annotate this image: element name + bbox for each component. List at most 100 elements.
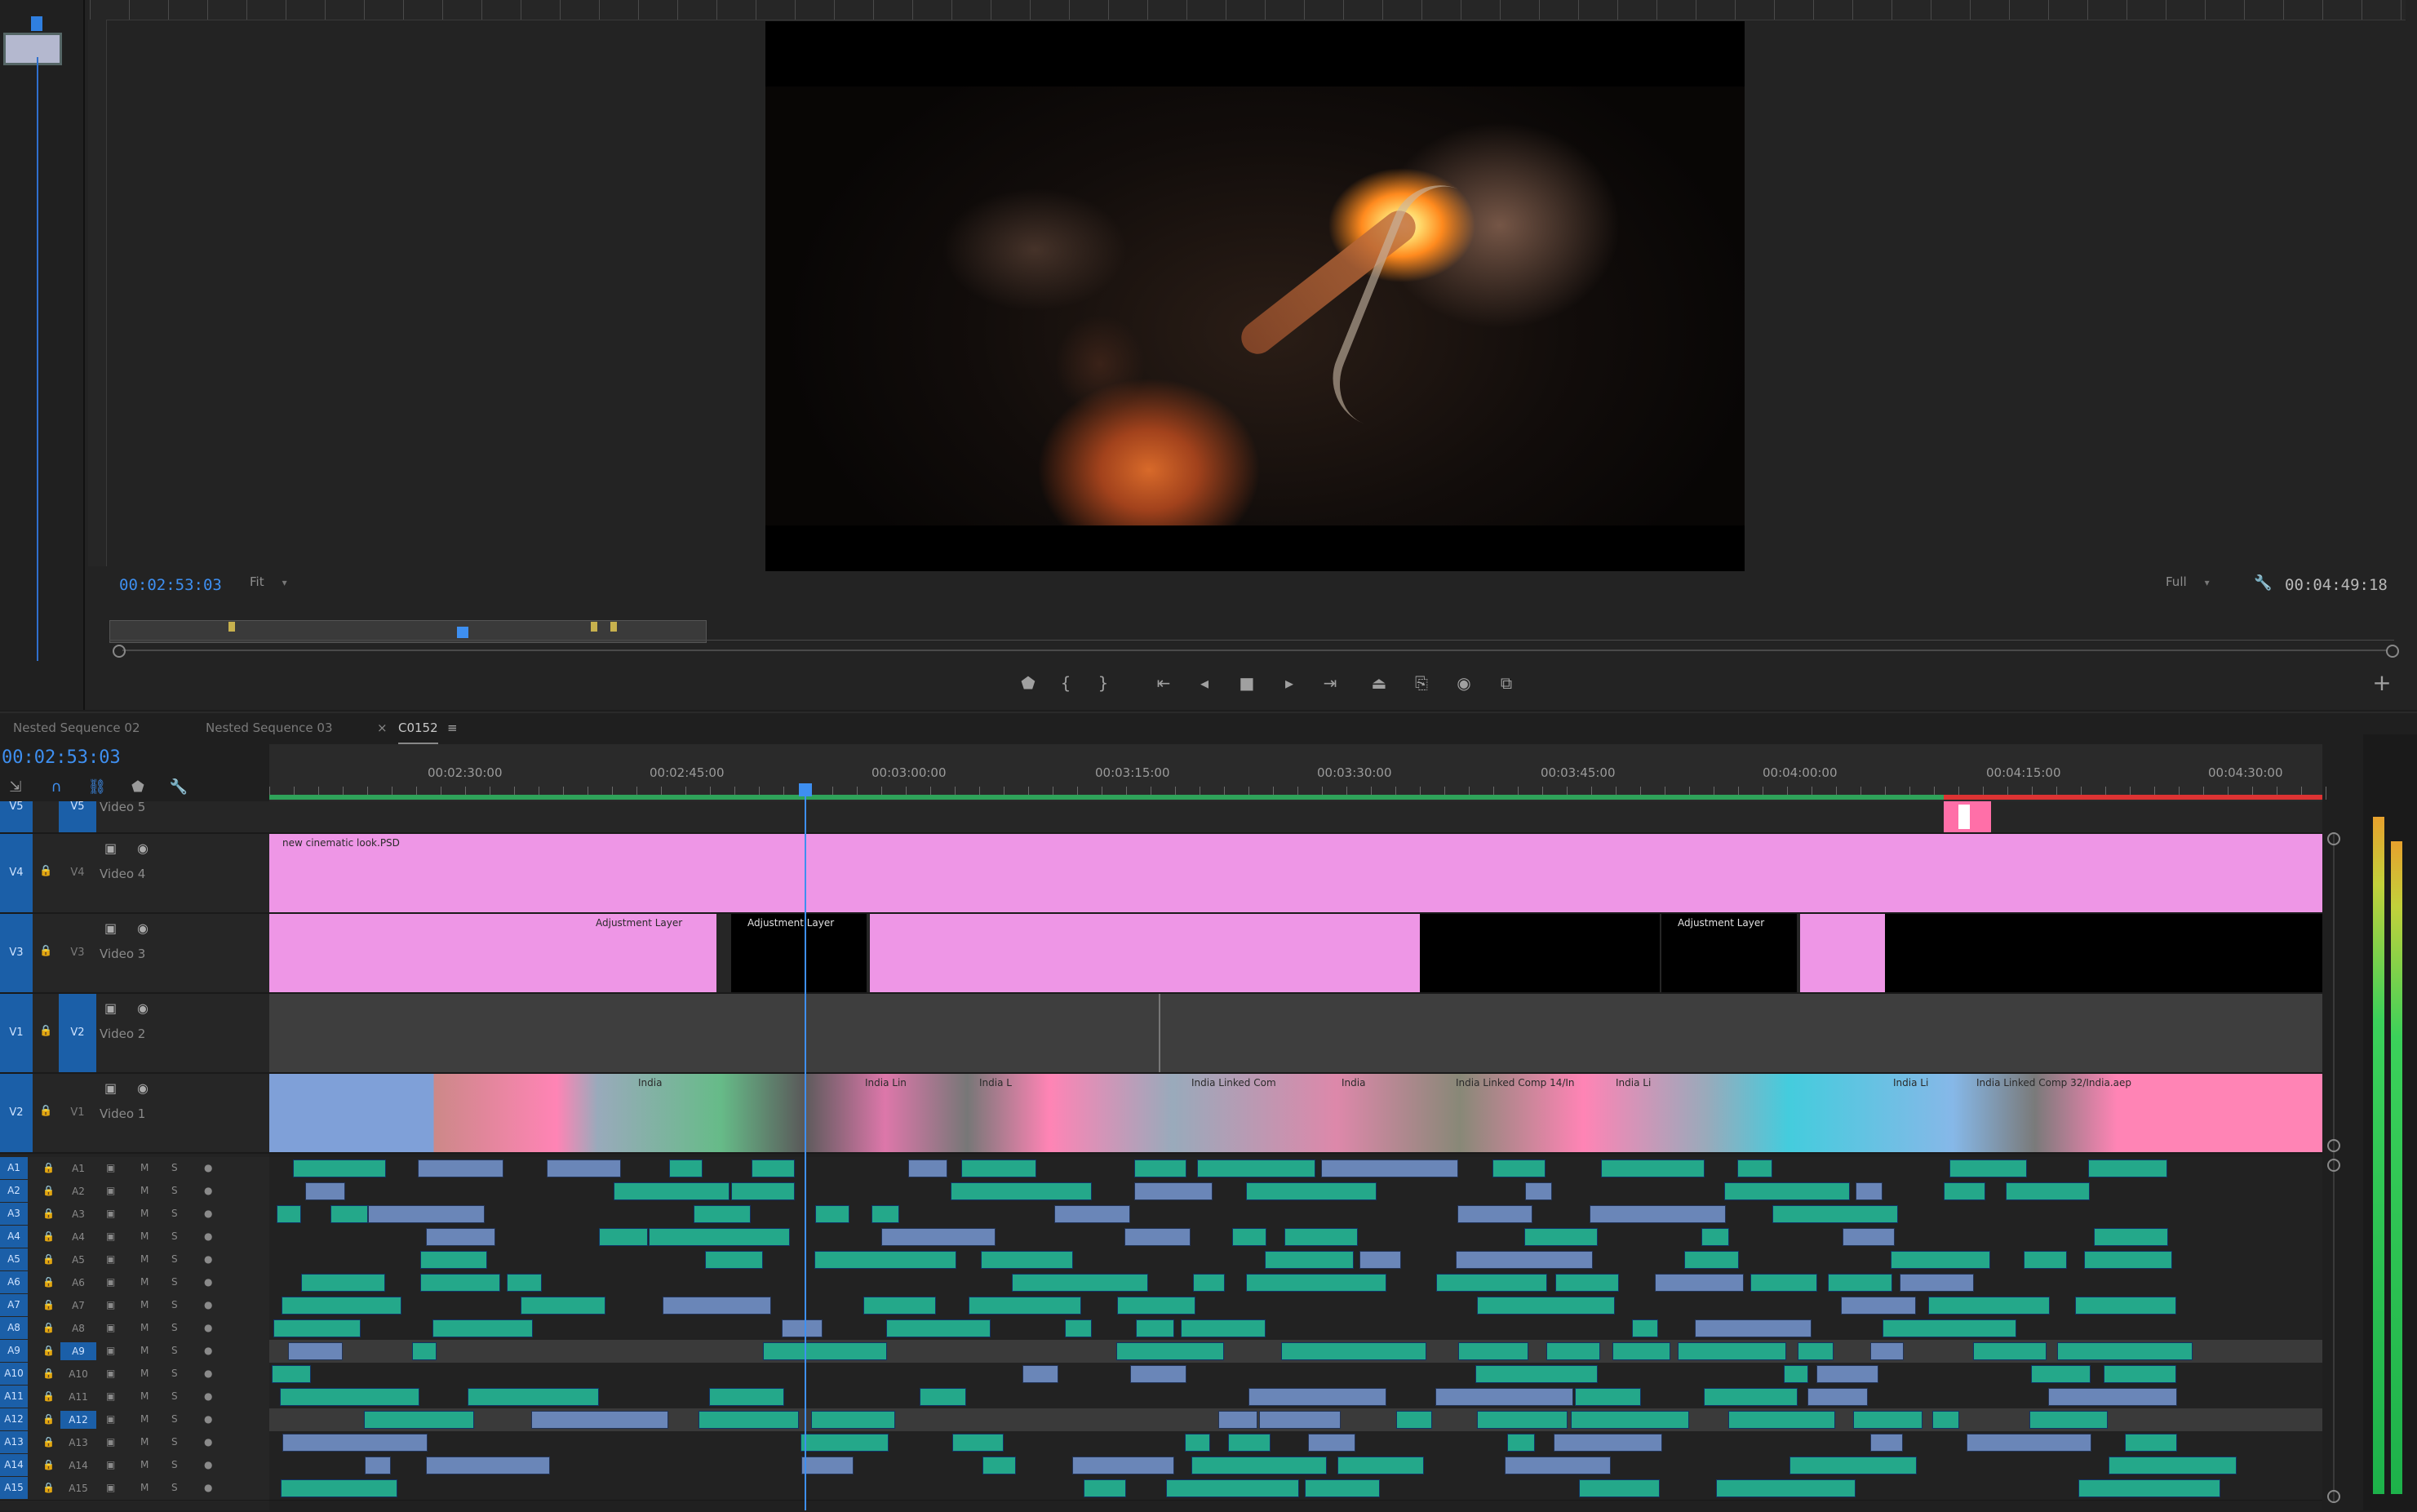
timeline-playhead[interactable] [799, 783, 812, 1510]
clip-adjustment-layer-1[interactable]: Adjustment Layer [269, 914, 716, 992]
audio-clip[interactable] [1116, 1342, 1224, 1360]
audio-clip[interactable] [1590, 1205, 1726, 1223]
audio-clip[interactable] [1789, 1457, 1917, 1474]
audio-clip[interactable] [2084, 1251, 2172, 1269]
audio-clip[interactable] [368, 1205, 485, 1223]
lock-icon[interactable]: 🔒 [42, 1363, 55, 1385]
solo-button[interactable]: S [171, 1294, 178, 1316]
audio-clip[interactable] [981, 1251, 1073, 1269]
source-patch-a12[interactable]: A12 [0, 1408, 28, 1430]
target-a3[interactable]: A3 [60, 1205, 96, 1223]
solo-button[interactable]: S [171, 1477, 178, 1499]
lock-icon[interactable]: 🔒 [42, 1340, 55, 1362]
source-patch-v2[interactable]: V2 [0, 1074, 33, 1152]
sync-lock-icon[interactable]: ▣ [106, 1477, 115, 1499]
audio-clip[interactable] [1284, 1228, 1358, 1246]
audio-clip[interactable] [547, 1159, 621, 1177]
audio-clip[interactable] [1612, 1342, 1670, 1360]
stop-icon[interactable]: ■ [1231, 669, 1263, 697]
audio-clip[interactable] [811, 1411, 895, 1429]
target-a6[interactable]: A6 [60, 1274, 96, 1292]
audio-clip[interactable] [2125, 1434, 2177, 1452]
audio-clip[interactable] [1136, 1319, 1174, 1337]
add-marker-icon[interactable]: ⬟ [126, 775, 150, 800]
solo-button[interactable]: S [171, 1271, 178, 1293]
track-header-v4[interactable]: V4 🔒 V4 ▣ ◉ Video 4 [0, 834, 269, 914]
audio-clip[interactable] [293, 1159, 386, 1177]
audio-clip[interactable] [420, 1251, 487, 1269]
audio-clip[interactable] [669, 1159, 703, 1177]
mute-button[interactable]: M [140, 1386, 149, 1408]
target-a12[interactable]: A12 [60, 1411, 96, 1429]
lock-icon[interactable]: 🔒 [39, 945, 52, 957]
voiceover-mic-icon[interactable]: ● [204, 1226, 212, 1248]
track-header-a1[interactable]: A1 🔒 A1 ▣ M S ● [0, 1157, 269, 1181]
lift-icon[interactable]: ⏏ [1363, 669, 1395, 697]
track-header-a4[interactable]: A4 🔒 A4 ▣ M S ● [0, 1226, 269, 1249]
monitor-zoom-scrollbar[interactable] [113, 645, 2399, 658]
audio-clip[interactable] [952, 1434, 1004, 1452]
audio-clip[interactable] [982, 1457, 1016, 1474]
timeline-ruler[interactable]: 00:02:30:00 00:02:45:00 00:03:00:00 00:0… [269, 744, 2326, 801]
playhead-handle[interactable] [799, 783, 812, 796]
clip-adjustment-layer-3[interactable]: Adjustment Layer [1661, 914, 1797, 992]
audio-clip[interactable] [1130, 1365, 1186, 1383]
clip-adjustment-layer-pink-2[interactable] [1800, 914, 1885, 992]
monitor-playhead[interactable] [457, 627, 468, 638]
voiceover-mic-icon[interactable]: ● [204, 1271, 212, 1293]
audio-clip[interactable] [2024, 1251, 2067, 1269]
audio-clip[interactable] [282, 1297, 401, 1315]
mute-button[interactable]: M [140, 1317, 149, 1339]
audio-clip[interactable] [1054, 1205, 1130, 1223]
audio-clip[interactable] [365, 1457, 391, 1474]
audio-clip[interactable] [1072, 1457, 1174, 1474]
track-header-a3[interactable]: A3 🔒 A3 ▣ M S ● [0, 1203, 269, 1226]
track-header-a8[interactable]: A8 🔒 A8 ▣ M S ● [0, 1317, 269, 1341]
track-header-a2[interactable]: A2 🔒 A2 ▣ M S ● [0, 1180, 269, 1204]
audio-clip[interactable] [871, 1205, 899, 1223]
settings-wrench-icon[interactable]: 🔧 [2254, 574, 2272, 592]
audio-clip[interactable] [330, 1205, 368, 1223]
play-icon[interactable]: ▸ [1273, 669, 1306, 697]
audio-clip[interactable] [1784, 1365, 1808, 1383]
audio-clip[interactable] [886, 1319, 991, 1337]
audio-clip[interactable] [1232, 1228, 1266, 1246]
voiceover-mic-icon[interactable]: ● [204, 1317, 212, 1339]
source-patch-a15[interactable]: A15 [0, 1477, 28, 1499]
audio-clip[interactable] [1166, 1479, 1299, 1497]
track-header-a5[interactable]: A5 🔒 A5 ▣ M S ● [0, 1248, 269, 1272]
audio-clip[interactable] [1853, 1411, 1923, 1429]
audio-clip[interactable] [2078, 1479, 2220, 1497]
audio-clip[interactable] [2006, 1182, 2090, 1200]
audio-clip[interactable] [1436, 1274, 1547, 1292]
audio-clip[interactable] [1841, 1297, 1916, 1315]
audio-clip[interactable] [418, 1159, 503, 1177]
mute-button[interactable]: M [140, 1203, 149, 1225]
lock-icon[interactable]: 🔒 [42, 1477, 55, 1499]
film-toggle-icon[interactable]: ▣ [104, 920, 117, 936]
audio-clip[interactable] [2048, 1388, 2177, 1406]
audio-clip[interactable] [1524, 1228, 1598, 1246]
source-patch-v1[interactable]: V1 [0, 994, 33, 1072]
monitor-marker[interactable] [228, 622, 235, 632]
zoom-handle-right[interactable] [2386, 645, 2399, 658]
audio-clip[interactable] [1248, 1388, 1386, 1406]
sync-lock-icon[interactable]: ▣ [106, 1294, 115, 1316]
audio-clip[interactable] [1716, 1479, 1856, 1497]
clip-v4-psd[interactable]: new cinematic look.PSD [269, 834, 2322, 912]
timeline-settings-wrench-icon[interactable]: 🔧 [166, 775, 191, 800]
audio-clip[interactable] [1883, 1319, 2016, 1337]
audio-clip[interactable] [1695, 1319, 1812, 1337]
audio-clip[interactable] [705, 1251, 763, 1269]
track-header-a12[interactable]: A12 🔒 A12 ▣ M S ● [0, 1408, 269, 1432]
audio-clip[interactable] [1678, 1342, 1786, 1360]
film-toggle-icon[interactable]: ▣ [104, 840, 117, 856]
track-header-v2[interactable]: V1 🔒 V2 ▣ ◉ Video 2 [0, 994, 269, 1074]
target-a13[interactable]: A13 [60, 1434, 96, 1452]
audio-clip[interactable] [426, 1228, 495, 1246]
audio-clip[interactable] [1856, 1182, 1883, 1200]
program-video-frame[interactable] [765, 21, 1745, 571]
audio-clip[interactable] [1191, 1457, 1327, 1474]
lock-icon[interactable]: 🔒 [39, 1105, 52, 1117]
snap-magnet-icon[interactable]: ∩ [44, 775, 69, 800]
